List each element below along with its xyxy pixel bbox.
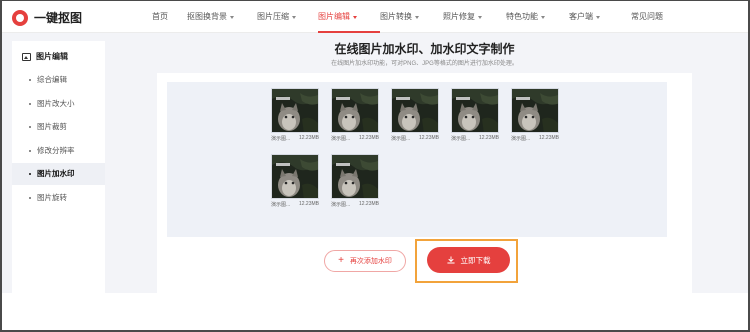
nav-item-label: 客户端 xyxy=(569,12,593,21)
sidebar-item-3[interactable]: 修改分辨率 xyxy=(12,140,105,162)
add-watermark-again-button[interactable]: + 再次添加水印 xyxy=(324,250,406,272)
thumbnail-meta: 演示图... 12.23MB xyxy=(391,135,439,142)
nav-item-label: 图片转换 xyxy=(380,12,412,21)
top-navigation-bar: 一键抠图 首页 抠图换背景 图片压缩 图片编辑 图片转换 照片修复 特色功能 客户端 常见问题 xyxy=(2,1,748,33)
thumbnail-image xyxy=(331,154,379,199)
editor-card: 演示图... 12.23MB 演示图... 12.23MB 演示图... 12.23MB 演… xyxy=(157,73,692,293)
sidebar-heading: 图片编辑 xyxy=(22,51,68,62)
sidebar-item-0[interactable]: 综合编辑 xyxy=(12,69,105,91)
thumbnail-meta: 演示图... 12.23MB xyxy=(331,201,379,208)
sidebar-list: 综合编辑 图片改大小 图片裁剪 修改分辨率 图片加水印 图片旋转 xyxy=(12,69,105,210)
footer-area xyxy=(2,293,748,330)
nav-item-label: 照片修复 xyxy=(443,12,475,21)
image-thumbnail[interactable]: 演示图... 12.23MB xyxy=(331,88,379,142)
image-thumbnail[interactable]: 演示图... 12.23MB xyxy=(271,88,319,142)
chevron-down-icon xyxy=(478,15,482,19)
thumbnail-name: 演示图... xyxy=(331,136,351,142)
thumbnail-image xyxy=(331,88,379,133)
thumbnail-meta: 演示图... 12.23MB xyxy=(451,135,499,142)
image-gallery: 演示图... 12.23MB 演示图... 12.23MB 演示图... 12.23MB 演… xyxy=(167,82,667,237)
thumbnail-name: 演示图... xyxy=(271,136,291,142)
download-icon xyxy=(446,256,455,264)
logo-icon xyxy=(12,9,28,26)
thumbnail-size: 12.23MB xyxy=(418,135,439,141)
thumbnail-size: 12.23MB xyxy=(298,135,319,141)
nav-item-8[interactable]: 常见问题 xyxy=(631,1,681,33)
chevron-down-icon xyxy=(353,15,357,19)
thumbnail-size: 12.23MB xyxy=(358,201,379,207)
thumbnail-name: 演示图... xyxy=(511,136,531,142)
thumbnail-meta: 演示图... 12.23MB xyxy=(271,201,319,208)
nav-item-label: 图片编辑 xyxy=(318,12,350,21)
nav-item-0[interactable]: 首页 xyxy=(152,1,187,33)
chevron-down-icon xyxy=(415,15,419,19)
thumbnail-meta: 演示图... 12.23MB xyxy=(331,135,379,142)
thumbnail-image xyxy=(271,154,319,199)
thumbnail-size: 12.23MB xyxy=(538,135,559,141)
app-window: 一键抠图 首页 抠图换背景 图片压缩 图片编辑 图片转换 照片修复 特色功能 客户端 常见问题 … xyxy=(2,1,748,330)
add-watermark-again-label: 再次添加水印 xyxy=(349,258,392,265)
download-now-button[interactable]: 立即下载 xyxy=(427,247,510,273)
nav-item-4[interactable]: 图片转换 xyxy=(380,1,443,33)
thumbnail-name: 演示图... xyxy=(451,136,471,142)
nav-item-label: 抠图换背景 xyxy=(187,12,227,21)
sidebar-item-2[interactable]: 图片裁剪 xyxy=(12,116,105,138)
main-content: 在线图片加水印、加水印文字制作 在线图片加水印功能，可对PNG、JPG等格式的图… xyxy=(157,33,692,293)
sidebar-heading-label: 图片编辑 xyxy=(36,52,68,61)
image-thumbnail[interactable]: 演示图... 12.23MB xyxy=(391,88,439,142)
image-thumbnail[interactable]: 演示图... 12.23MB xyxy=(331,154,379,208)
thumbnail-size: 12.23MB xyxy=(478,135,499,141)
sidebar-item-4[interactable]: 图片加水印 xyxy=(12,163,105,185)
image-thumbnail[interactable]: 演示图... 12.23MB xyxy=(271,154,319,208)
sidebar: 图片编辑 综合编辑 图片改大小 图片裁剪 修改分辨率 图片加水印 图片旋转 xyxy=(12,41,105,293)
image-icon xyxy=(22,52,31,61)
logo-text: 一键抠图 xyxy=(34,11,83,25)
plus-icon: + xyxy=(338,255,344,266)
nav-item-5[interactable]: 照片修复 xyxy=(443,1,506,33)
thumbnail-image xyxy=(451,88,499,133)
sidebar-item-1[interactable]: 图片改大小 xyxy=(12,93,105,115)
download-now-label: 立即下载 xyxy=(460,255,491,265)
chevron-down-icon xyxy=(596,15,600,19)
nav-item-label: 特色功能 xyxy=(506,12,538,21)
nav-item-label: 常见问题 xyxy=(631,12,663,21)
nav-item-7[interactable]: 客户端 xyxy=(569,1,631,33)
nav-item-3[interactable]: 图片编辑 xyxy=(318,1,380,33)
nav-item-1[interactable]: 抠图换背景 xyxy=(187,1,257,33)
image-thumbnail[interactable]: 演示图... 12.23MB xyxy=(511,88,559,142)
thumbnail-meta: 演示图... 12.23MB xyxy=(271,135,319,142)
thumbnail-size: 12.23MB xyxy=(298,201,319,207)
nav-item-label: 首页 xyxy=(152,12,168,21)
thumbnail-image xyxy=(391,88,439,133)
thumbnail-meta: 演示图... 12.23MB xyxy=(511,135,559,142)
thumbnail-image xyxy=(271,88,319,133)
chevron-down-icon xyxy=(541,15,545,19)
page-title: 在线图片加水印、加水印文字制作 xyxy=(334,42,515,56)
thumbnail-image xyxy=(511,88,559,133)
chevron-down-icon xyxy=(292,15,296,19)
main-nav: 首页 抠图换背景 图片压缩 图片编辑 图片转换 照片修复 特色功能 客户端 常见问题 xyxy=(152,1,681,33)
image-thumbnail[interactable]: 演示图... 12.23MB xyxy=(451,88,499,142)
thumbnail-name: 演示图... xyxy=(331,202,351,208)
chevron-down-icon xyxy=(230,15,234,19)
thumbnail-name: 演示图... xyxy=(391,136,411,142)
sidebar-item-5[interactable]: 图片旋转 xyxy=(12,187,105,209)
thumbnail-name: 演示图... xyxy=(271,202,291,208)
logo[interactable]: 一键抠图 xyxy=(12,9,82,26)
nav-item-label: 图片压缩 xyxy=(257,12,289,21)
page-subtitle: 在线图片加水印功能，可对PNG、JPG等格式的图片进行加水印处理。 xyxy=(331,61,518,67)
nav-item-6[interactable]: 特色功能 xyxy=(506,1,569,33)
thumbnail-size: 12.23MB xyxy=(358,135,379,141)
nav-item-2[interactable]: 图片压缩 xyxy=(257,1,318,33)
